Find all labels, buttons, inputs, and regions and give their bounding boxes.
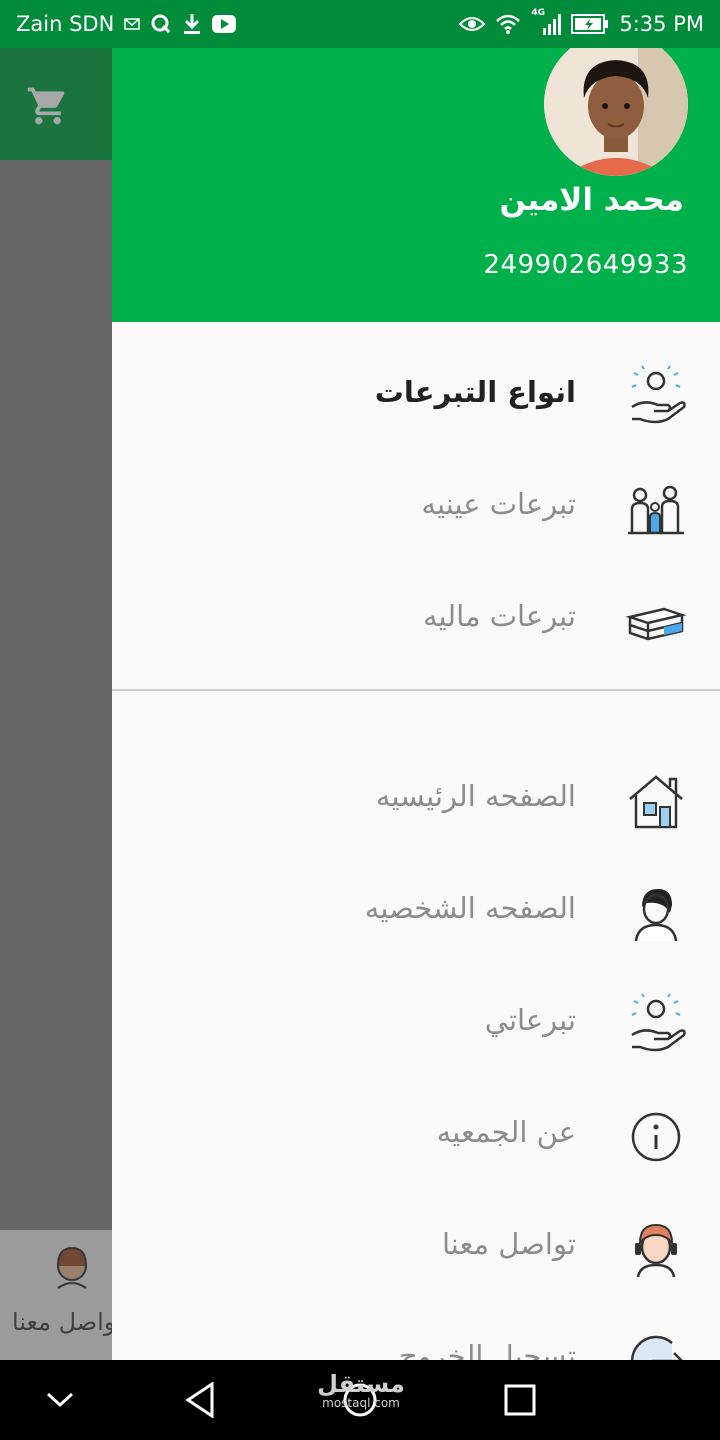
eye-icon <box>459 15 486 33</box>
watermark-arabic: مستقل <box>317 1370 405 1398</box>
back-button[interactable] <box>176 1376 224 1424</box>
network-type-label: 4G <box>531 8 546 18</box>
menu-label: تبرعات عينيه <box>421 487 576 521</box>
status-bar: Zain SDN 4G 5:35 PM <box>0 0 720 48</box>
menu-divider <box>112 689 720 691</box>
wifi-icon <box>495 13 521 35</box>
menu-monetary-donations[interactable]: تبرعات ماليه <box>112 581 720 661</box>
menu-home[interactable]: الصفحه الرئيسيه <box>112 761 720 841</box>
logout-icon <box>624 1329 688 1360</box>
signal-4g-icon: 4G <box>531 8 562 36</box>
menu-about[interactable]: عن الجمعيه <box>112 1097 720 1177</box>
info-icon <box>624 1105 688 1169</box>
menu-label: تبرعات ماليه <box>423 599 576 633</box>
user-icon <box>624 881 688 945</box>
donation-hand-icon <box>624 365 688 429</box>
family-icon <box>624 477 688 541</box>
menu-profile[interactable]: الصفحه الشخصيه <box>112 873 720 953</box>
download-icon <box>182 13 202 35</box>
menu-logout[interactable]: تسجيل الخروج <box>112 1321 720 1360</box>
menu-label: الصفحه الشخصيه <box>364 891 576 925</box>
menu-in-kind-donations[interactable]: تبرعات عينيه <box>112 469 720 549</box>
money-stack-icon <box>624 589 688 653</box>
watermark-latin: mostaql.com <box>322 1396 400 1410</box>
recents-button[interactable] <box>496 1376 544 1424</box>
menu-label: تسجيل الخروج <box>399 1339 576 1360</box>
navigation-drawer: محمد الامين 249902649933 انواع التبرعات <box>112 0 720 1360</box>
collapse-chevron-icon[interactable] <box>36 1376 84 1424</box>
clock: 5:35 PM <box>619 12 704 36</box>
watermark: مستقل mostaql.com <box>316 1372 406 1410</box>
battery-charging-icon <box>571 13 609 35</box>
user-phone: 249902649933 <box>483 250 688 280</box>
menu-label: تواصل معنا <box>441 1227 576 1261</box>
avatar[interactable] <box>544 32 688 176</box>
gmail-icon <box>124 17 141 31</box>
menu-my-donations[interactable]: تبرعاتي <box>112 985 720 1065</box>
menu-label: انواع التبرعات <box>374 375 576 409</box>
menu-label: عن الجمعيه <box>436 1115 576 1149</box>
home-icon <box>624 769 688 833</box>
menu-label: الصفحه الرئيسيه <box>375 779 576 813</box>
q-app-icon <box>150 13 172 35</box>
drawer-header: محمد الامين 249902649933 <box>112 0 720 322</box>
donation-hand-icon <box>624 993 688 1057</box>
menu-donation-types[interactable]: انواع التبرعات <box>112 357 720 437</box>
user-name: محمد الامين <box>499 182 684 218</box>
menu-contact[interactable]: تواصل معنا <box>112 1209 720 1289</box>
support-agent-icon <box>624 1217 688 1281</box>
carrier-label: Zain SDN <box>16 12 115 36</box>
menu-label: تبرعاتي <box>484 1003 576 1037</box>
youtube-icon <box>212 15 237 33</box>
